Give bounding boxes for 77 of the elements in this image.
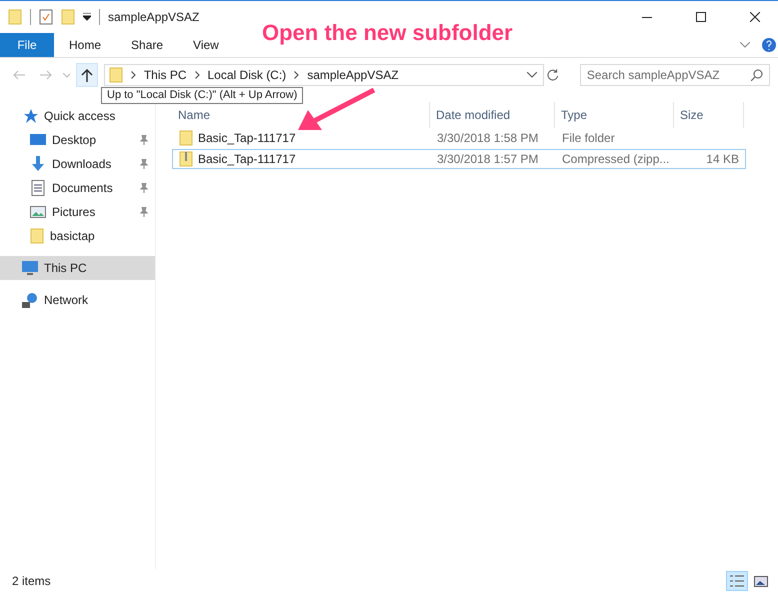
nav-item[interactable]: This PC [0,256,155,280]
help-icon[interactable] [762,38,776,52]
nav-item[interactable]: basictap [0,224,155,248]
annotation-text: Open the new subfolder [262,20,513,46]
window-title: sampleAppVSAZ [108,10,200,24]
list-icon [730,575,744,587]
file-row[interactable]: Basic_Tap-111717 3/30/2018 1:58 PM File folder [172,128,746,148]
chevron-icon[interactable] [130,71,136,79]
new-folder-icon [61,9,75,25]
file-tab[interactable]: File [0,33,54,57]
chevron-icon[interactable] [194,71,200,79]
up-button[interactable] [76,63,98,87]
image-icon [754,576,768,586]
file-row[interactable]: Basic_Tap-111717 3/30/2018 1:57 PM Compressed (zipp... 14 KB [172,149,746,169]
breadcrumb[interactable]: sampleAppVSAZ [307,68,399,82]
minimize-icon [642,16,652,18]
date-cell-text: 3/30/2018 1:57 PM [436,152,540,166]
folder-icon [8,9,22,25]
nav-item-label: Pictures [52,205,96,219]
column-header[interactable]: Size [674,102,744,128]
nav-item-label: Network [44,293,90,307]
type-cell-text: Compressed (zipp... [561,152,670,166]
pin-icon[interactable] [139,207,149,217]
nav-item[interactable]: Network [0,288,155,312]
star-icon [22,108,38,124]
ribbon-tab[interactable]: Share [116,33,178,57]
up-arrow-icon [81,68,94,82]
item-count: 2 items [12,574,51,588]
details-view-button[interactable] [726,571,748,591]
back-arrow-icon [12,70,25,80]
pin-icon[interactable] [139,183,149,193]
size-cell-text: 14 KB [705,152,740,166]
document-icon [30,180,46,196]
forward-arrow-icon [40,70,52,80]
ribbon-tab[interactable]: View [178,33,234,57]
nav-item[interactable]: Desktop [0,128,155,152]
search-icon [751,69,763,81]
ribbon-tab[interactable]: Home [54,33,116,57]
nav-item-label: Downloads [52,157,112,171]
pin-icon[interactable] [139,159,149,169]
close-icon [750,12,760,22]
pictures-icon [30,204,46,220]
folder-icon [30,228,44,244]
computer-icon [22,260,38,276]
nav-item[interactable]: Quick access [0,104,155,128]
breadcrumb[interactable]: Local Disk (C:) [208,68,286,82]
address-bar[interactable]: This PC Local Disk (C:) sampleAppVSAZ [104,64,544,86]
nav-item-label: Documents [52,181,114,195]
name-cell: Basic_Tap-111717 [173,130,431,146]
network-icon [22,292,38,308]
maximize-icon [696,12,706,22]
type-cell-text: File folder [561,131,616,145]
monitor-icon [30,132,46,148]
chevron-icon[interactable] [294,71,300,79]
pin-icon[interactable] [139,135,149,145]
properties-icon[interactable] [39,9,53,25]
nav-item-label: basictap [50,229,96,243]
column-header[interactable]: Date modified [430,102,555,128]
name-cell: Basic_Tap-111717 [173,151,431,167]
folder-icon [179,130,193,146]
breadcrumb[interactable]: This PC [144,68,186,82]
nav-item[interactable]: Documents [0,176,155,200]
nav-item-label: Quick access [44,109,116,123]
search-field[interactable]: Search sampleAppVSAZ [580,64,770,86]
nav-item[interactable]: Pictures [0,200,155,224]
nav-item-label: Desktop [52,133,98,147]
nav-item-label: This PC [44,261,88,275]
folder-icon [108,67,123,83]
zip-folder-icon [179,151,193,167]
nav-item[interactable]: Downloads [0,152,155,176]
date-cell-text: 3/30/2018 1:58 PM [436,131,540,145]
caret-icon[interactable] [83,13,91,21]
chevron-icon[interactable] [527,72,538,78]
column-header[interactable]: Type [555,102,674,128]
refresh-icon[interactable] [546,68,560,82]
download-icon [30,156,46,172]
tooltip: Up to "Local Disk (C:)" (Alt + Up Arrow) [101,87,304,104]
